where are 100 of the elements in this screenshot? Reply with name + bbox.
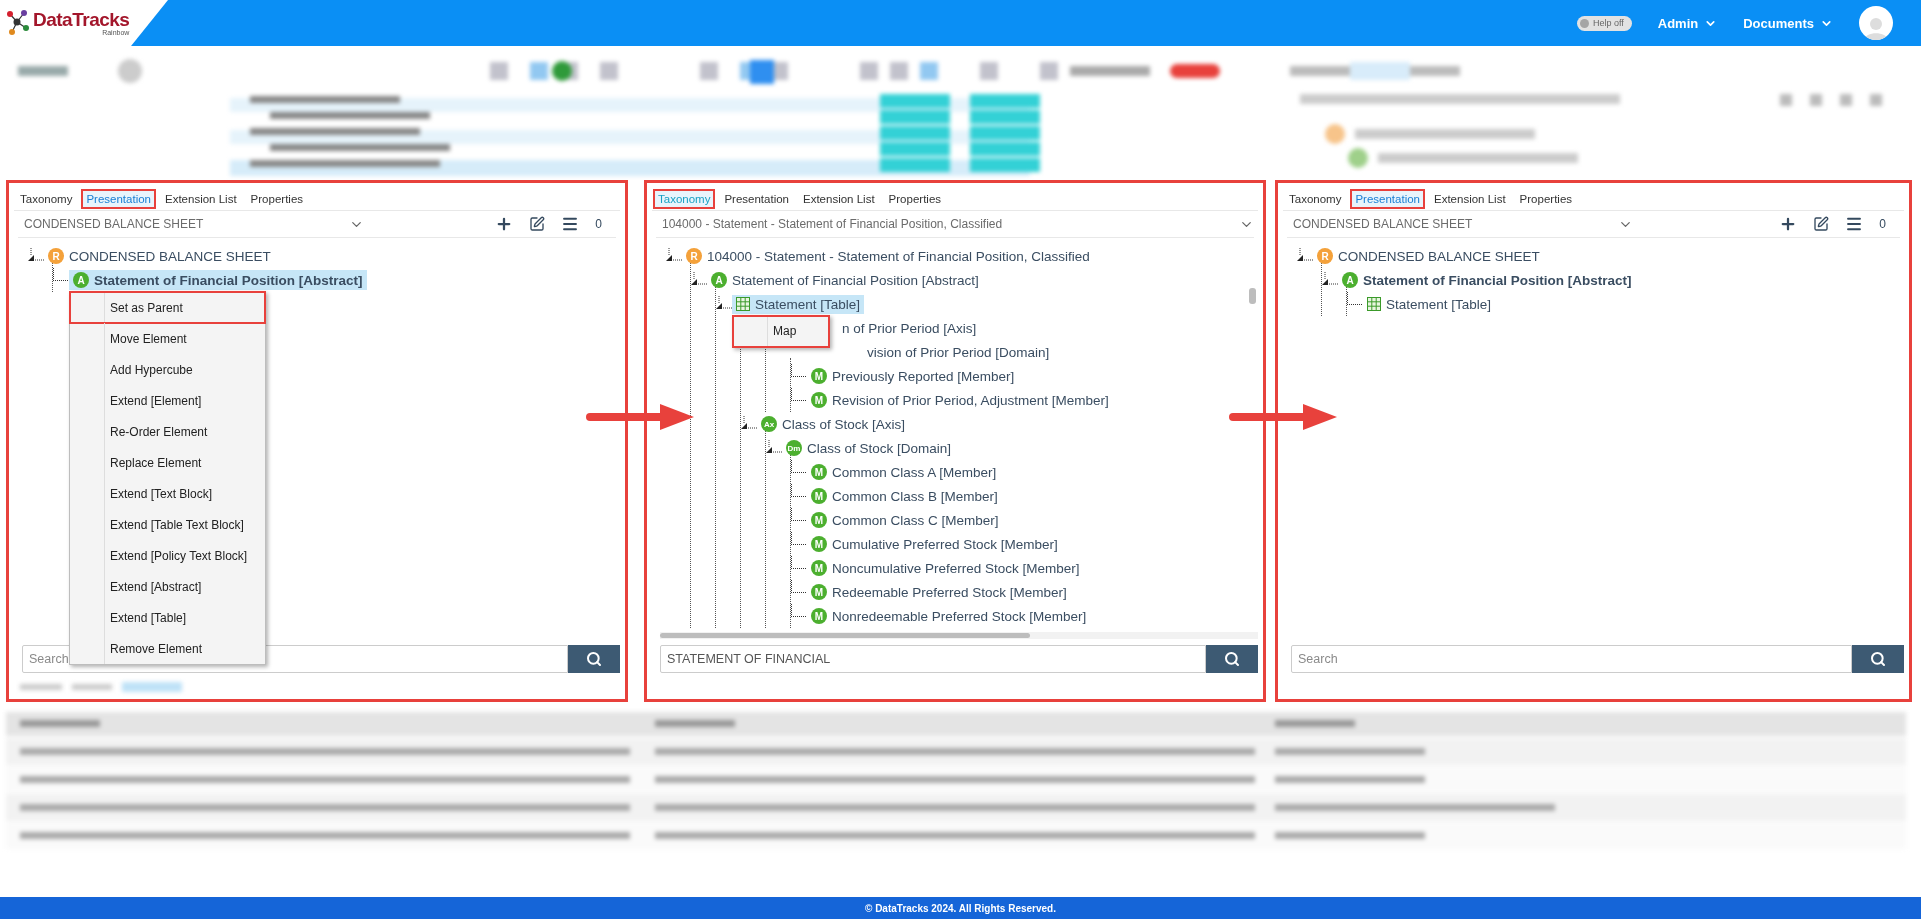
node-label: Noncumulative Preferred Stock [Member] (832, 560, 1080, 576)
tree-connector (53, 268, 69, 281)
search-button[interactable] (1852, 645, 1904, 673)
tree-node[interactable]: M Redeemable Preferred Stock [Member] (807, 582, 1071, 602)
axis-badge-icon: Ax (761, 416, 777, 432)
count: 0 (595, 217, 602, 231)
node-label: Common Class C [Member] (832, 512, 999, 528)
tab[interactable]: Extension List (800, 191, 878, 207)
tree-connector (791, 484, 807, 497)
tree-connector (791, 532, 807, 545)
tree-connector (791, 508, 807, 521)
member-badge-icon: M (811, 512, 827, 528)
tree-node[interactable]: M Common Class A [Member] (807, 462, 1001, 482)
node-label: 104000 - Statement - Statement of Financial Position, Classified (707, 248, 1090, 264)
menu-item[interactable]: Set as Parent (70, 292, 266, 323)
tree-node[interactable]: Ax Class of Stock [Axis] (757, 414, 910, 434)
node-label: Statement [Table] (755, 296, 861, 312)
tree-node[interactable]: A Statement of Financial Position [Abstract] (1338, 270, 1636, 290)
avatar-icon[interactable] (1859, 6, 1893, 40)
count: 0 (1879, 217, 1886, 231)
search-button[interactable] (568, 645, 620, 673)
member-badge-icon: M (811, 536, 827, 552)
member-badge-icon: M (811, 392, 827, 408)
menu-item[interactable]: Map (733, 315, 829, 347)
tree-node[interactable]: A Statement of Financial Position [Abstract] (707, 270, 983, 290)
tab[interactable]: Taxonomy (17, 191, 76, 207)
tree-node[interactable]: Dm Class of Stock [Domain] (782, 438, 956, 458)
member-badge-icon: M (811, 488, 827, 504)
search-field[interactable]: Search (1291, 645, 1852, 673)
tree-node[interactable]: R 104000 - Statement - Statement of Financial Position, Classified (682, 246, 1094, 266)
menu-icon[interactable] (1845, 215, 1864, 233)
tab[interactable]: Presentation (1352, 191, 1423, 207)
node-label: Common Class A [Member] (832, 464, 997, 480)
menu-icon[interactable] (561, 215, 580, 233)
node-label: Redeemable Preferred Stock [Member] (832, 584, 1067, 600)
logo-name: DataTracks (33, 10, 130, 29)
tree-node[interactable]: M Nonredeemable Preferred Stock [Member] (807, 606, 1091, 626)
dropdown[interactable]: CONDENSED BALANCE SHEET (1287, 216, 1633, 232)
dropdown[interactable]: CONDENSED BALANCE SHEET (18, 216, 364, 232)
edit-icon[interactable] (1813, 216, 1830, 232)
abstract-badge-icon: A (73, 272, 89, 288)
edit-icon[interactable] (529, 216, 546, 232)
root-badge-icon: R (1317, 248, 1333, 264)
tree-node[interactable]: R CONDENSED BALANCE SHEET (1313, 246, 1544, 266)
search-icon (1224, 651, 1240, 667)
table-grid-icon (736, 297, 750, 311)
tab[interactable]: Properties (885, 191, 945, 207)
node-label: Common Class B [Member] (832, 488, 998, 504)
tree-node[interactable]: Statement [Table] (1363, 294, 1496, 314)
tree-node[interactable]: M Common Class C [Member] (807, 510, 1003, 530)
tree-connector (791, 604, 807, 617)
tree-node[interactable]: M Cumulative Preferred Stock [Member] (807, 534, 1062, 554)
tab[interactable]: Presentation (83, 191, 154, 207)
node-label: Nonredeemable Preferred Stock [Member] (832, 608, 1087, 624)
member-badge-icon: M (811, 608, 827, 624)
tree-node[interactable]: M Noncumulative Preferred Stock [Member] (807, 558, 1084, 578)
help-toggle[interactable]: Help off (1576, 15, 1632, 31)
member-badge-icon: M (811, 368, 827, 384)
table-grid-icon (1367, 297, 1381, 311)
tree-node[interactable]: M Common Class B [Member] (807, 486, 1002, 506)
root-badge-icon: R (48, 248, 64, 264)
abstract-badge-icon: A (1342, 272, 1358, 288)
tree-connector (791, 460, 807, 473)
tree-connector (791, 388, 807, 401)
tree-connector (791, 364, 807, 377)
search-button[interactable] (1206, 645, 1258, 673)
node-label: CONDENSED BALANCE SHEET (1338, 248, 1540, 264)
node-label: vision of Prior Period [Domain] (867, 344, 1050, 360)
tab[interactable]: Presentation (721, 191, 792, 207)
tree-connector (791, 580, 807, 593)
member-badge-icon: M (811, 464, 827, 480)
tab[interactable]: Properties (247, 191, 307, 207)
node-label: CONDENSED BALANCE SHEET (69, 248, 271, 264)
tab[interactable]: Extension List (1431, 191, 1509, 207)
domain-badge-icon: Dm (786, 440, 802, 456)
horizontal-scrollbar[interactable] (660, 632, 1258, 639)
scrollbar-thumb[interactable] (1249, 288, 1256, 304)
node-label: Class of Stock [Domain] (807, 440, 952, 456)
tab[interactable]: Extension List (162, 191, 240, 207)
node-label: Class of Stock [Axis] (782, 416, 906, 432)
tree-node[interactable]: A Statement of Financial Position [Abstract] (69, 270, 367, 290)
node-label: Statement of Financial Position [Abstract] (732, 272, 979, 288)
dropdown[interactable]: 104000 - Statement - Statement of Financial Position, Classified (656, 216, 1254, 232)
node-label: Statement of Financial Position [Abstract] (1363, 272, 1632, 288)
node-label: Previously Reported [Member] (832, 368, 1015, 384)
node-label: Statement [Table] (1386, 296, 1492, 312)
logo-icon (4, 8, 30, 38)
menu-item[interactable]: Move Element (70, 323, 266, 354)
tree-node[interactable]: R CONDENSED BALANCE SHEET (44, 246, 275, 266)
member-badge-icon: M (811, 560, 827, 576)
search-field[interactable]: STATEMENT OF FINANCIAL (660, 645, 1206, 673)
member-badge-icon: M (811, 584, 827, 600)
tree-node[interactable]: M Revision of Prior Period, Adjustment [Member] (807, 390, 1113, 410)
tree-node[interactable]: M Previously Reported [Member] (807, 366, 1019, 386)
tree-connector (1347, 292, 1363, 305)
tab[interactable]: Taxonomy (1286, 191, 1345, 207)
tab[interactable]: Properties (1516, 191, 1576, 207)
tree-node[interactable]: Statement [Table] (732, 294, 865, 314)
abstract-badge-icon: A (711, 272, 727, 288)
search-icon (586, 651, 602, 667)
